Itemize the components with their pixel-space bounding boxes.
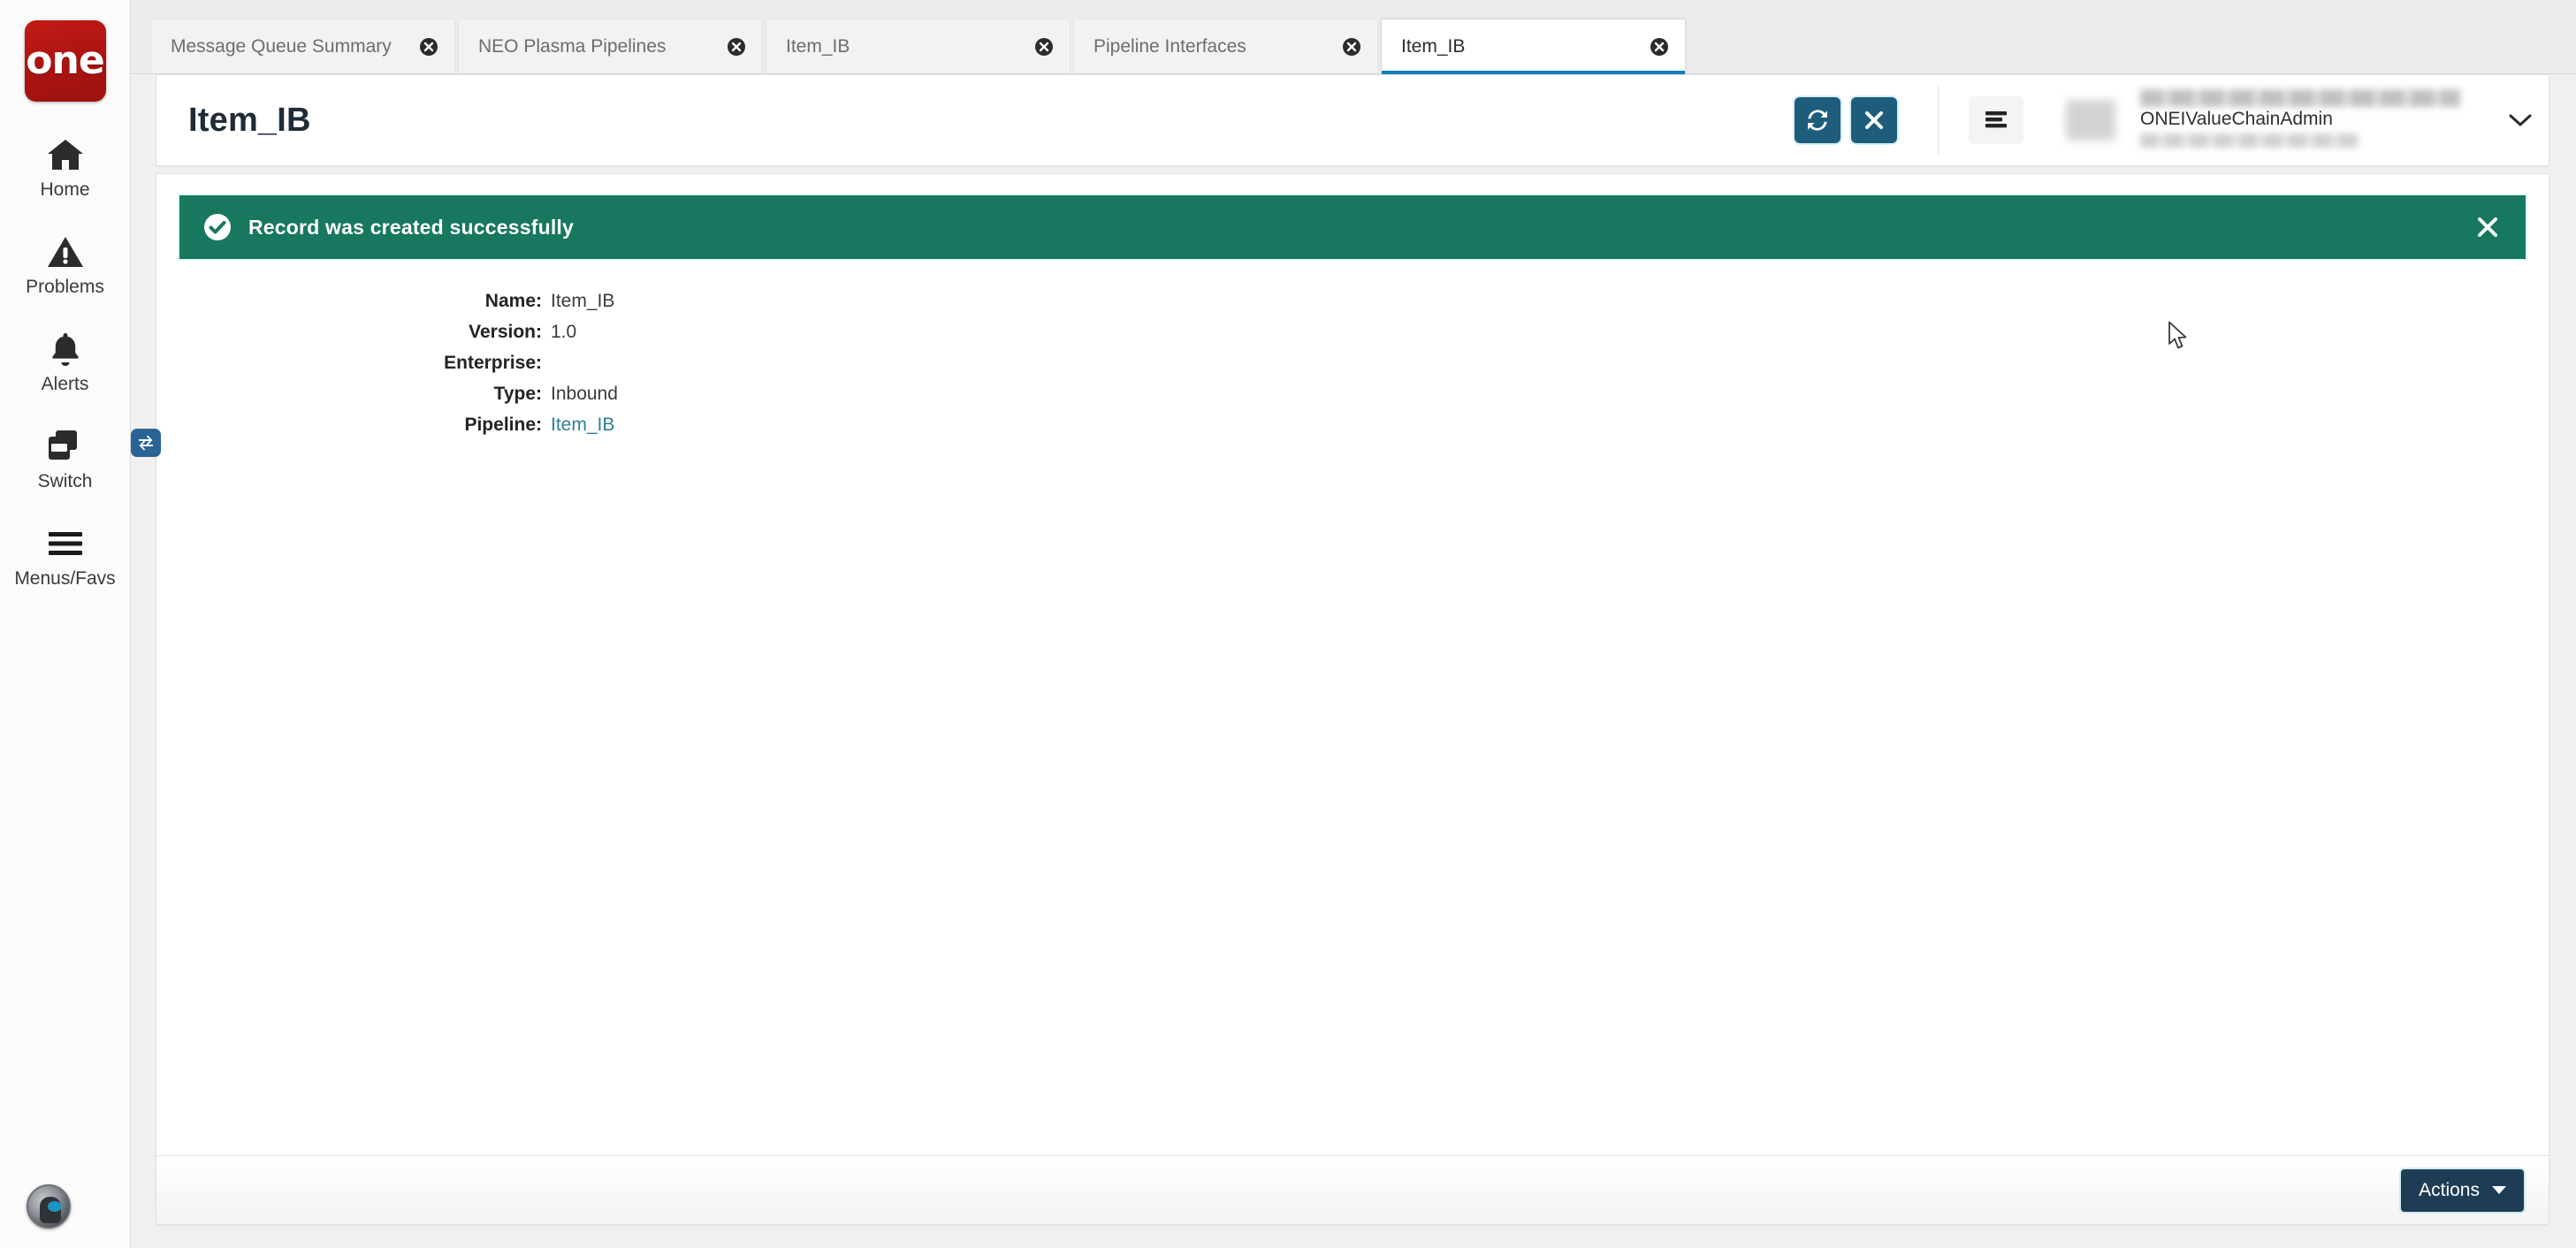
brand-logo[interactable]: one: [24, 20, 106, 102]
chevron-down-icon[interactable]: [2496, 92, 2545, 148]
tab-strip: Message Queue Summary NEO Plasma Pipelin…: [131, 0, 2576, 74]
user-role-redacted: [2140, 133, 2359, 148]
content-panel: Record was created successfully Name: It…: [156, 173, 2549, 1225]
pipeline-link[interactable]: Item_IB: [551, 415, 614, 436]
tab-close-icon[interactable]: [1340, 35, 1363, 58]
detail-row-name: Name: Item_IB: [179, 291, 2549, 322]
bell-icon: [48, 330, 83, 369]
sidebar-item-label: Problems: [26, 277, 104, 297]
user-text-block: ONEIValueChainAdmin: [2135, 88, 2471, 153]
header-divider: [1938, 86, 1939, 155]
sidebar-item-label: Switch: [37, 471, 93, 491]
ai-assistant-orb-icon[interactable]: [27, 1184, 71, 1229]
sidebar-item-home[interactable]: Home: [0, 135, 131, 199]
sidebar-item-problems[interactable]: Problems: [0, 232, 131, 296]
sidebar-item-menus-favs[interactable]: Menus/Favs: [0, 524, 131, 588]
refresh-icon: [1806, 109, 1829, 132]
detail-value: 1.0: [551, 322, 577, 342]
detail-value: Inbound: [551, 384, 618, 404]
brand-logo-text: one: [26, 38, 104, 83]
app-root: one Home Problems Alerts Switch Menus/Fa…: [0, 0, 2576, 1248]
banner-close-button[interactable]: [2473, 212, 2503, 242]
hamburger-menu-icon: [1983, 109, 2009, 133]
tab-item-ib-1[interactable]: Item_IB: [766, 19, 1071, 73]
tab-neo-plasma-pipelines[interactable]: NEO Plasma Pipelines: [458, 19, 763, 73]
detail-label: Version:: [469, 322, 542, 342]
success-banner: Record was created successfully: [179, 195, 2526, 259]
tab-label: Item_IB: [786, 35, 850, 57]
user-org-redacted: [2140, 89, 2460, 107]
close-panel-button[interactable]: [1851, 97, 1897, 143]
windows-stack-icon: [46, 427, 161, 466]
panel-footer: Actions: [156, 1155, 2549, 1224]
tab-close-icon[interactable]: [1033, 35, 1056, 58]
panel-body-spacer: [156, 445, 2549, 1155]
detail-value: Item_IB: [551, 291, 615, 311]
detail-label: Enterprise:: [444, 353, 542, 373]
detail-row-type: Type: Inbound: [179, 384, 2549, 415]
detail-row-version: Version: 1.0: [179, 322, 2549, 353]
sidebar-item-label: Menus/Favs: [14, 568, 116, 589]
tab-label: Item_IB: [1401, 35, 1466, 57]
avatar: [2066, 100, 2115, 141]
home-icon: [47, 135, 84, 174]
page-header: Item_IB ONEIValueChainAdmin: [156, 74, 2549, 166]
record-details: Name: Item_IB Version: 1.0 Enterprise: T…: [156, 291, 2549, 445]
user-profile-menu[interactable]: ONEIValueChainAdmin: [2066, 88, 2549, 153]
actions-button[interactable]: Actions: [2401, 1168, 2524, 1212]
tab-label: Pipeline Interfaces: [1094, 35, 1246, 57]
sidebar-item-alerts[interactable]: Alerts: [0, 330, 131, 393]
detail-row-pipeline: Pipeline: Item_IB: [179, 415, 2549, 445]
tab-item-ib-active[interactable]: Item_IB: [1381, 19, 1686, 74]
actions-button-label: Actions: [2419, 1179, 2480, 1200]
swap-arrows-icon[interactable]: [130, 429, 161, 457]
check-circle-icon: [202, 212, 232, 242]
detail-row-enterprise: Enterprise:: [179, 353, 2549, 384]
success-banner-message: Record was created successfully: [248, 215, 574, 239]
tab-close-icon[interactable]: [725, 35, 748, 58]
tab-pipeline-interfaces[interactable]: Pipeline Interfaces: [1073, 19, 1378, 73]
tab-label: Message Queue Summary: [171, 35, 392, 57]
warning-triangle-icon: [47, 232, 84, 271]
sidebar-item-label: Alerts: [41, 374, 89, 394]
sidebar-item-label: Home: [40, 179, 90, 200]
header-menu-button[interactable]: [1969, 96, 2023, 144]
sidebar-item-switch[interactable]: Switch: [0, 427, 161, 491]
refresh-button[interactable]: [1795, 97, 1841, 143]
left-sidebar: one Home Problems Alerts Switch Menus/Fa…: [0, 0, 161, 1248]
detail-label: Pipeline:: [464, 415, 542, 435]
close-x-icon: [1863, 110, 1885, 131]
hamburger-icon: [46, 524, 85, 563]
user-name: ONEIValueChainAdmin: [2140, 109, 2333, 129]
tab-message-queue-summary[interactable]: Message Queue Summary: [150, 19, 455, 73]
tab-close-icon[interactable]: [417, 35, 440, 58]
page-title: Item_IB: [188, 101, 311, 139]
detail-label: Type:: [493, 384, 542, 404]
detail-label: Name:: [484, 291, 542, 311]
assistant-glow-shape: [48, 1201, 62, 1212]
caret-down-icon: [2492, 1186, 2506, 1194]
tab-label: NEO Plasma Pipelines: [478, 35, 667, 57]
tab-close-icon[interactable]: [1648, 35, 1671, 58]
